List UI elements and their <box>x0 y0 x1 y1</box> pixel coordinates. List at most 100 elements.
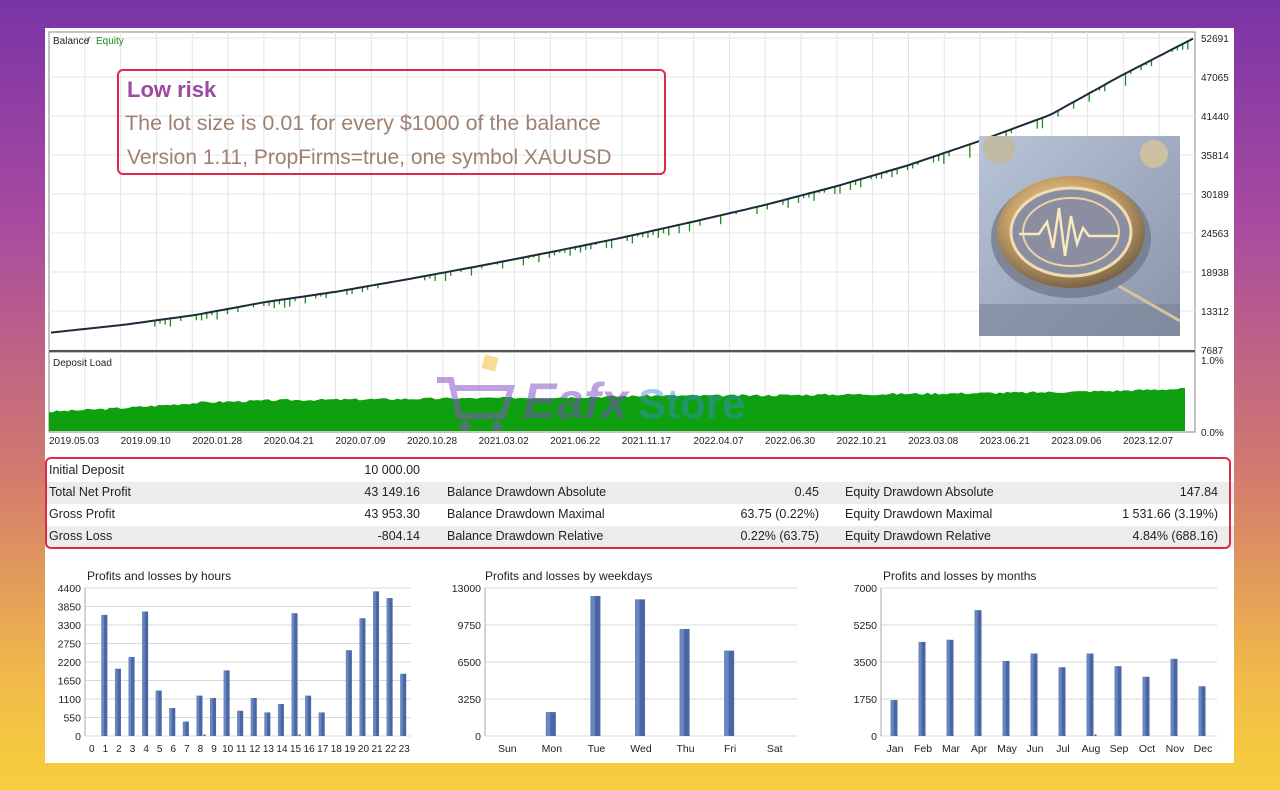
bar-highlight <box>1114 666 1118 736</box>
bar-xtick: 18 <box>331 744 343 755</box>
bar-xtick: 4 <box>143 744 149 755</box>
balance-ytick: 52691 <box>1201 34 1229 45</box>
bar-xtick: 23 <box>399 744 411 755</box>
bar-xtick: 11 <box>236 744 247 755</box>
bar-loss <box>203 734 206 736</box>
bar-highlight <box>890 700 894 736</box>
date-tick: 2020.04.21 <box>264 436 314 447</box>
bar-highlight <box>128 656 132 736</box>
bar-highlight <box>590 595 595 736</box>
balance-ytick: 47065 <box>1201 73 1229 84</box>
date-tick: 2020.10.28 <box>407 436 457 447</box>
bar-ytick: 3500 <box>854 657 878 669</box>
bar-xtick: Dec <box>1194 743 1213 755</box>
bar-xtick: Mar <box>942 743 961 755</box>
stats-highlight-box <box>45 457 1231 549</box>
date-tick: 2020.07.09 <box>335 436 385 447</box>
bar-ytick: 5250 <box>854 620 878 632</box>
bar-xtick: Mon <box>542 743 563 755</box>
bar-xtick: 5 <box>157 744 163 755</box>
bar-ytick: 0 <box>871 731 877 743</box>
report-panel: 52691 47065 41440 35814 3 0 18 9 24563 18938 13312… <box>45 28 1234 763</box>
deposit-load-title: Deposit Load <box>53 358 112 369</box>
bar-chart-title: Profits and losses by hours <box>87 569 231 583</box>
balance-ytick: 41440 <box>1201 112 1229 123</box>
risk-title: Low risk <box>127 77 217 102</box>
bar-ytick: 4400 <box>58 583 82 595</box>
bar-highlight <box>142 611 145 736</box>
bar-highlight <box>223 670 227 736</box>
bar-ytick: 9750 <box>458 620 482 632</box>
bar-highlight <box>1170 658 1174 736</box>
date-tick: 2022.04.07 <box>693 436 743 447</box>
version-text: Version 1.11, PropFirms=true, one symbol… <box>127 146 612 169</box>
deposit-load-ytick: 1.0% <box>1201 356 1224 367</box>
bar-xtick: 3 <box>130 744 136 755</box>
bar-ytick: 1750 <box>854 694 878 706</box>
bar-xtick: Fri <box>724 743 736 755</box>
bar-highlight <box>724 650 729 736</box>
date-tick: 2023.03.08 <box>908 436 958 447</box>
bar-highlight <box>679 628 685 736</box>
bar-highlight <box>237 710 240 736</box>
date-tick: 2022.06.30 <box>765 436 815 447</box>
bar-highlight <box>1198 686 1202 736</box>
bar-highlight <box>1142 676 1146 736</box>
balance-ytick: 13312 <box>1201 307 1229 318</box>
balance-ytick: 18938 <box>1201 268 1229 279</box>
bar-xtick: 2 <box>116 744 122 755</box>
bar-xtick: Jun <box>1027 743 1044 755</box>
bar-xtick: Nov <box>1166 743 1185 755</box>
eafx-store-watermark: Eafx Store <box>433 346 853 436</box>
bar-ytick: 6500 <box>458 657 482 669</box>
deposit-load-ytick: 0.0% <box>1201 428 1224 439</box>
bar-xtick: Sun <box>498 743 517 755</box>
date-tick: 2021.06.22 <box>550 436 600 447</box>
date-tick: 2020.01.28 <box>192 436 242 447</box>
bar-xtick: Thu <box>677 743 695 755</box>
date-tick: 2021.03.02 <box>479 436 529 447</box>
bar-ytick: 7000 <box>854 583 878 595</box>
bar-xtick: Sep <box>1110 743 1129 755</box>
bar-xtick: 9 <box>211 744 217 755</box>
bar-highlight <box>291 613 295 736</box>
bar-highlight <box>101 614 105 736</box>
date-tick: 2021.11.17 <box>622 436 672 447</box>
months-bar-chart: Profits and losses by months 7000 5250 3500… <box>854 569 1217 755</box>
bar-xtick: May <box>997 743 1018 755</box>
bar-xtick: 16 <box>304 744 316 755</box>
bar-xtick: 22 <box>385 744 397 755</box>
bar-xtick: Wed <box>630 743 652 755</box>
bar-xtick: 20 <box>358 744 370 755</box>
chart-title-equity: Equity <box>96 36 124 47</box>
bar-highlight <box>1058 667 1062 736</box>
bar-highlight <box>1030 653 1034 736</box>
bar-highlight <box>1086 653 1090 736</box>
hours-bar-chart: Profits and losses by hours4400385033002… <box>58 569 411 755</box>
bar-highlight <box>359 618 363 736</box>
bar-highlight <box>169 708 172 736</box>
bar-ytick: 2200 <box>58 657 82 669</box>
bar-ytick: 2750 <box>58 639 82 651</box>
bar-xtick: 7 <box>184 744 190 755</box>
bar-chart-title: Profits and losses by months <box>883 569 1036 583</box>
bar-xtick: Sat <box>767 743 783 755</box>
bar-highlight <box>400 673 403 736</box>
lot-size-text: The lot size is 0.01 for every $1000 of … <box>125 111 601 135</box>
bar-xtick: Apr <box>971 743 988 755</box>
bar-xtick: 1 <box>103 744 109 755</box>
balance-ytick: 24563 <box>1201 229 1229 240</box>
bar-ytick: 550 <box>63 713 81 725</box>
balance-ytick: 35814 <box>1201 151 1229 162</box>
bar-loss <box>1094 734 1097 736</box>
date-tick: 2019.09.10 <box>121 436 171 447</box>
chart-title-sep: / <box>87 36 90 47</box>
watermark-brand-b: Store <box>638 380 745 427</box>
bar-xtick: 17 <box>317 744 329 755</box>
bar-highlight <box>345 650 349 736</box>
bar-loss <box>298 734 301 736</box>
bar-xtick: 14 <box>276 744 288 755</box>
bar-xtick: Jul <box>1056 743 1069 755</box>
bar-highlight <box>305 695 308 736</box>
bar-xtick: Oct <box>1139 743 1155 755</box>
